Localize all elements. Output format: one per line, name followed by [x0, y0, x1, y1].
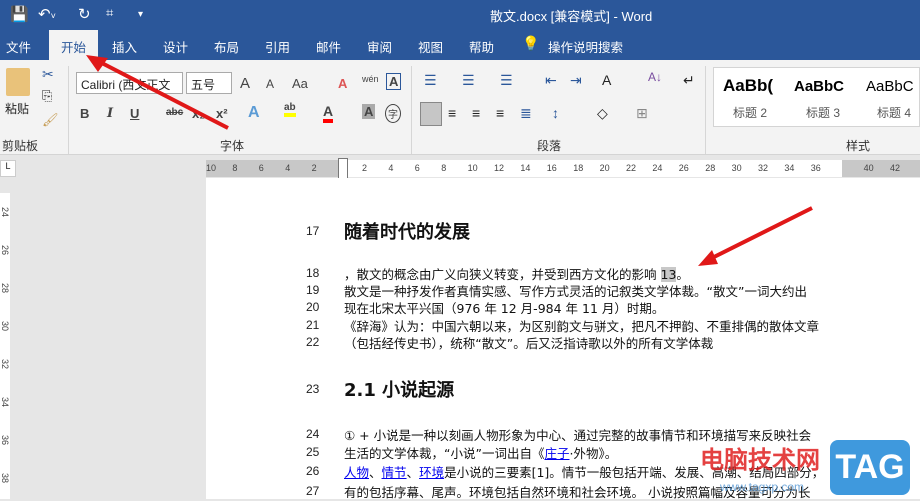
annotation-arrows — [86, 55, 813, 266]
arrow-to-home-tab — [95, 58, 229, 130]
arrow-head — [698, 250, 718, 266]
arrow-to-reference — [707, 206, 813, 262]
